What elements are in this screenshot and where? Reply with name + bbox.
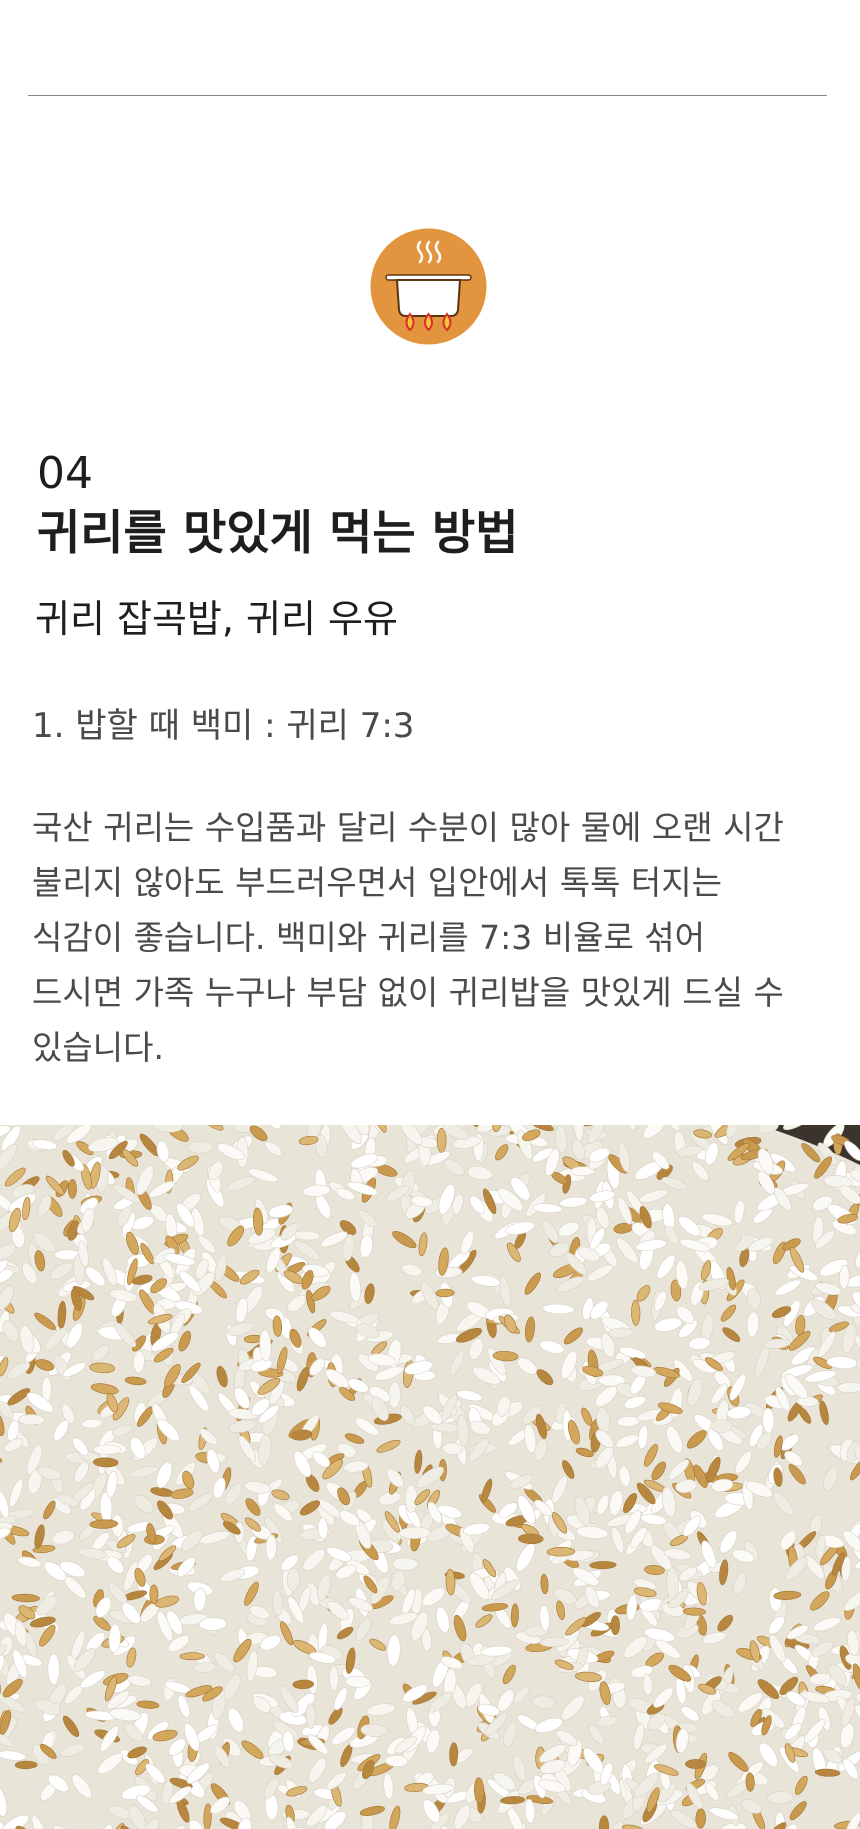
oat-grain xyxy=(179,1652,205,1661)
oat-grain xyxy=(685,1759,707,1769)
rice-grain xyxy=(187,1140,214,1154)
description-line: 드시면 가족 누구나 부담 없이 귀리밥을 맛있게 드실 수 xyxy=(32,973,784,1012)
rice-grain xyxy=(93,1444,122,1455)
rice-grain xyxy=(305,1703,316,1729)
rice-grain xyxy=(404,1484,418,1513)
oat-grain xyxy=(14,1760,38,1770)
oat-grain xyxy=(518,1533,544,1545)
oat-grain xyxy=(631,1299,641,1326)
oat-grain xyxy=(589,1561,617,1570)
description-line: 국산 귀리는 수입품과 달리 수분이 많아 물에 오랜 시간 xyxy=(32,808,784,847)
rice-grain xyxy=(392,1557,419,1571)
description-line: 식감이 좋습니다. 백미와 귀리를 7:3 비율로 섞어 xyxy=(32,918,706,957)
section-number: 04 xyxy=(37,448,93,499)
oat-grain xyxy=(436,1127,447,1153)
oat-grain xyxy=(149,1584,159,1605)
oat-rice-photo xyxy=(0,1125,860,1829)
top-divider xyxy=(28,95,827,96)
oat-grain xyxy=(610,1615,620,1636)
rice-grain xyxy=(47,1653,60,1686)
ratio-line: 1. 밥할 때 백미 : 귀리 7:3 xyxy=(32,706,415,746)
oat-grain xyxy=(546,1546,576,1557)
rice-grain xyxy=(710,1419,733,1433)
description-paragraph: 국산 귀리는 수입품과 달리 수분이 많아 물에 오랜 시간 불리지 않아도 부… xyxy=(32,800,842,1075)
rice-grain xyxy=(329,1665,339,1692)
oat-grain xyxy=(449,1742,459,1767)
description-line: 불리지 않아도 부드러우면서 입안에서 톡톡 터지는 xyxy=(32,863,723,902)
cooking-pot-icon xyxy=(370,228,487,345)
section-subtitle: 귀리 잡곡밥, 귀리 우유 xyxy=(35,597,398,641)
description-line: 있습니다. xyxy=(32,1028,164,1067)
rice-grain xyxy=(18,1414,45,1426)
section-title: 귀리를 맛있게 먹는 방법 xyxy=(37,506,519,561)
oat-grain xyxy=(67,1179,77,1199)
